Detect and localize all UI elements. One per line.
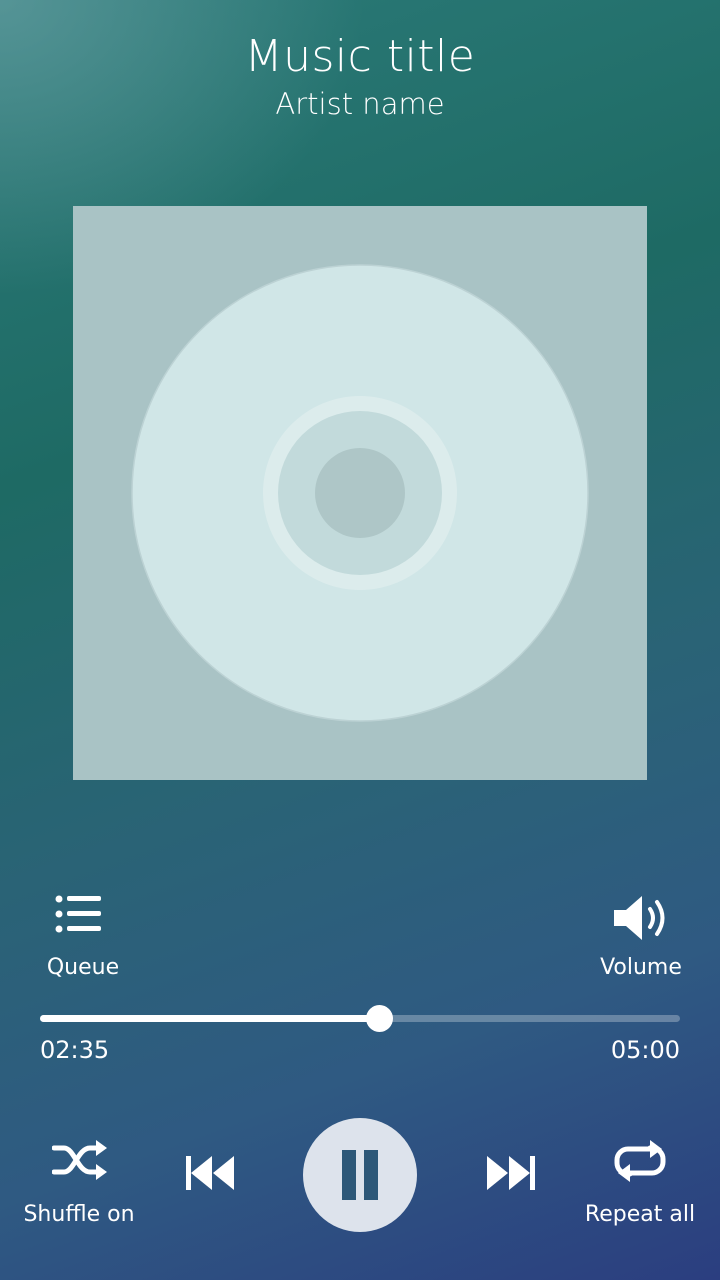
track-header: Music title Artist name (0, 30, 720, 122)
repeat-icon (614, 1140, 666, 1182)
shuffle-icon (52, 1140, 107, 1180)
volume-button[interactable]: Volume (590, 880, 692, 984)
shuffle-label: Shuffle on (23, 1202, 135, 1227)
skip-next-icon (487, 1156, 535, 1190)
seek-bar[interactable] (40, 1005, 680, 1032)
queue-label: Queue (46, 955, 120, 980)
previous-button[interactable] (175, 1140, 247, 1206)
elapsed-time: 02:35 (40, 1036, 110, 1064)
artist-name: Artist name (275, 87, 445, 121)
repeat-button[interactable]: Repeat all (580, 1130, 700, 1234)
next-button[interactable] (474, 1140, 546, 1206)
list-icon (55, 895, 101, 933)
seek-bar-progress (40, 1015, 380, 1022)
skip-previous-icon (186, 1156, 234, 1190)
queue-button[interactable]: Queue (30, 880, 136, 984)
pause-icon (342, 1150, 356, 1200)
pause-button[interactable] (303, 1118, 417, 1232)
album-art (73, 206, 647, 780)
music-title: Music title (244, 31, 476, 82)
volume-label: Volume (600, 955, 682, 980)
total-time: 05:00 (610, 1036, 680, 1064)
shuffle-button[interactable]: Shuffle on (15, 1130, 143, 1234)
disc-placeholder-icon (131, 264, 589, 722)
speaker-icon (614, 896, 665, 940)
seek-bar-thumb[interactable] (366, 1005, 394, 1032)
repeat-label: Repeat all (584, 1202, 696, 1227)
